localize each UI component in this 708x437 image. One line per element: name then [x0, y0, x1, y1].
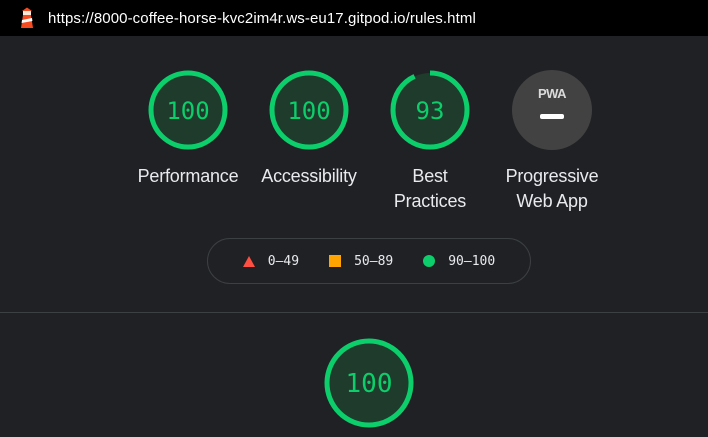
address-bar: https://8000-coffee-horse-kvc2im4r.ws-eu…	[0, 0, 708, 36]
gauge-label: Performance	[137, 166, 239, 186]
circle-icon	[423, 255, 436, 267]
score-gauge: 100	[269, 70, 349, 150]
score-gauge: 93	[390, 70, 470, 150]
gauge-best-practices[interactable]: 93 Best Practices	[370, 70, 490, 214]
pwa-badge-text: PWA	[537, 86, 567, 101]
pwa-badge-icon: PWA	[512, 70, 592, 150]
score-value: 100	[346, 369, 393, 399]
square-icon	[329, 255, 342, 267]
score-scale-legend: 0–49 50–89 90–100	[207, 238, 531, 284]
gauge-pwa[interactable]: PWA Progressive Web App	[492, 70, 612, 214]
gauge-accessibility[interactable]: 100 Accessibility	[249, 70, 369, 189]
gauge-label: Accessibility	[261, 166, 357, 186]
section-gauge[interactable]: 100	[324, 338, 414, 433]
score-value: 100	[166, 97, 209, 125]
section-divider	[0, 312, 708, 313]
legend-item-fail: 0–49	[242, 253, 300, 269]
gauge-performance[interactable]: 100 Performance	[128, 70, 248, 189]
gauge-label: Progressive Web App	[505, 166, 599, 211]
legend-range: 0–49	[267, 253, 300, 269]
dash-icon	[540, 114, 564, 119]
legend-item-average: 50–89	[329, 254, 393, 269]
url-text[interactable]: https://8000-coffee-horse-kvc2im4r.ws-eu…	[48, 10, 476, 27]
score-gauge: 100	[324, 338, 414, 428]
category-gauges: 100 Performance 100 Accessibility 93 Bes…	[128, 70, 608, 220]
score-value: 100	[287, 97, 330, 125]
score-value: 93	[416, 97, 445, 125]
legend-item-pass: 90–100	[423, 254, 495, 269]
triangle-icon	[242, 255, 255, 267]
score-gauge: 100	[148, 70, 228, 150]
legend-range: 50–89	[354, 253, 394, 269]
legend-range: 90–100	[448, 253, 496, 269]
lighthouse-icon	[21, 7, 33, 28]
gauge-label: Best Practices	[393, 166, 467, 211]
